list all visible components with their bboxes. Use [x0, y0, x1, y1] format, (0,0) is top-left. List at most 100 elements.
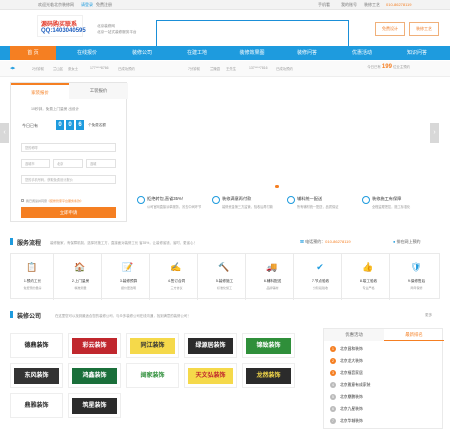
companies-title: 装修公司: [17, 314, 42, 320]
thumbs-up-icon: 👍: [362, 262, 374, 272]
nav-online-quote[interactable]: 在线报价: [63, 46, 111, 60]
ranking-item[interactable]: 3 北京福音家居: [330, 370, 363, 376]
ranking-item[interactable]: 7 北京华城装饰: [330, 418, 363, 424]
service-step[interactable]: 🏠 2.上门量房 精准测量: [59, 254, 102, 300]
service-step[interactable]: 🔨 5.装修施工 标准化施工: [203, 254, 246, 300]
company-logo[interactable]: 鸿鑫装饰: [68, 363, 121, 388]
nav-home[interactable]: 首 页: [10, 46, 56, 60]
company-logo[interactable]: 绿源居装饰: [184, 333, 237, 358]
carousel-dot[interactable]: [275, 185, 279, 188]
more-link[interactable]: 更多: [425, 313, 432, 318]
company-logo[interactable]: 同江装饰: [126, 333, 179, 358]
user-icon: ●: [393, 239, 396, 244]
tab-home-quote[interactable]: 家装报价: [11, 83, 69, 99]
ranking-item[interactable]: 1 北京昌和装饰: [330, 346, 363, 352]
service-step[interactable]: 👍 8.竣工验收 专业严格: [347, 254, 390, 300]
wallet-icon: [212, 196, 220, 204]
house-select[interactable]: 选城: [86, 159, 116, 168]
calendar-icon: 📋: [26, 262, 38, 272]
company-logo[interactable]: 德鼎装饰: [10, 333, 63, 358]
nav-qa[interactable]: 装修问答: [283, 46, 331, 60]
quote-link[interactable]: 装修工艺: [364, 2, 380, 8]
companies-desc: 在这里您可以找到最适合您的装修公司，与众多装修公司在线沟通，找到满意的装修公司！: [55, 314, 191, 318]
phone-icon: ☎: [300, 239, 304, 244]
check-icon: ✔: [316, 262, 324, 272]
slogan-title: 北京装修网: [97, 24, 115, 28]
truck-icon: [287, 196, 295, 204]
company-logo[interactable]: 东风装饰: [10, 363, 63, 388]
banner-next-arrow[interactable]: ›: [430, 123, 439, 143]
ticker-item: 张女士: [68, 67, 79, 71]
visits-counter: 今日已有 199 位业主预约: [367, 64, 410, 70]
company-logo[interactable]: 鼎雅装饰: [10, 393, 63, 418]
phone-field[interactable]: 您的手机号码，获取免费设计报价: [21, 175, 116, 184]
house-icon: 🏠: [74, 262, 86, 272]
tab-promotions[interactable]: 优惠活动: [324, 329, 384, 341]
form-tabs: 家装报价 工装报价: [11, 83, 128, 99]
service-steps: 📋 1.预约工长 免费预约量房 🏠 2.上门量房 精准测量 📝 3.装修预算 报价更透明 ✍…: [10, 253, 440, 300]
service-step[interactable]: 🚚 6.辅料配送 品牌辅材: [251, 254, 294, 300]
company-logo[interactable]: 天文弘装饰: [184, 363, 237, 388]
booking-ticker: ◀▶ 2分钟前 兰山区 张女士 177****8766 已成功预约 7分钟前 兰…: [0, 61, 450, 77]
banner-prev-arrow[interactable]: ‹: [0, 123, 9, 143]
service-step[interactable]: 📋 1.预约工长 免费预约量房: [11, 254, 54, 300]
company-logo[interactable]: 锦致装饰: [242, 333, 295, 358]
counter-digit: 6: [76, 120, 84, 130]
name-field[interactable]: 您的称呼: [21, 143, 116, 152]
quote-button[interactable]: 装修工艺: [409, 22, 439, 36]
counter-prefix: 今日已有: [22, 123, 38, 128]
service-desc: 装修管家，有保障机制，选择好施工方，直接面对装修工长 省35%，让装修省钱、省时…: [50, 241, 197, 245]
ranking-item[interactable]: 5 北京鼎鹏装饰: [330, 394, 363, 400]
nav-knowledge[interactable]: 知识问答: [393, 46, 441, 60]
free-design-button[interactable]: 免费设计: [375, 22, 405, 36]
nav-gallery[interactable]: 装修效果图: [228, 46, 276, 60]
city-select[interactable]: 选城市: [21, 159, 50, 168]
feature-item: 装修施工有保障 全程监理把控，施工标准化: [362, 192, 442, 226]
nav-companies[interactable]: 装修公司: [118, 46, 166, 60]
area-select[interactable]: 北京: [53, 159, 83, 168]
company-logo[interactable]: 阔家装饰: [126, 363, 179, 388]
company-logo[interactable]: 筑星装饰: [68, 393, 121, 418]
mobile-link[interactable]: 手机看: [318, 2, 330, 8]
megaphone-icon: ◀▶: [10, 66, 16, 70]
ranking-panel: 优惠活动 最新排名 1 北京昌和装饰 2 北京龙大装饰 3 北京福音家居 4 北京雅意有…: [323, 328, 444, 429]
company-logo[interactable]: 龙然装饰: [242, 363, 295, 388]
contract-icon: ✍: [170, 262, 182, 272]
delivery-icon: 🚚: [266, 262, 278, 272]
search-box[interactable]: [156, 20, 349, 48]
section-marker: [10, 238, 13, 245]
logo-line2: QQ:1403040595: [41, 28, 86, 34]
agree-checkbox[interactable]: 我已阅读并同意《装修管家平台服务条款》: [21, 199, 83, 203]
service-step[interactable]: ✔ 7.节点验收 分阶段验收: [299, 254, 342, 300]
ticker-item: 王先生: [226, 67, 237, 71]
ranking-item[interactable]: 4 北京雅意有成家装: [330, 382, 370, 388]
service-step[interactable]: 🛡 9.保修售后 两年保修: [395, 254, 438, 300]
nav-promotions[interactable]: 优惠活动: [338, 46, 386, 60]
register-link[interactable]: 免费注册: [96, 2, 112, 8]
counter-digit: 0: [66, 120, 74, 130]
nav-sites[interactable]: 在建工地: [173, 46, 221, 60]
service-step[interactable]: ✍ 4.签订合同 三方协议: [155, 254, 198, 300]
submit-button[interactable]: 立即申请: [21, 207, 116, 218]
ranking-item[interactable]: 2 北京龙大装饰: [330, 358, 363, 364]
ticker-item: 已成功预约: [276, 67, 293, 71]
ticker-item: 177****8766: [90, 66, 109, 70]
counter-digit: 0: [56, 120, 64, 130]
quote-form: 家装报价 工装报价 10秒钟，免费上门量房 出设计 今日已有 0 0 6 个免费…: [10, 82, 128, 222]
tab-office-quote[interactable]: 工装报价: [69, 83, 128, 99]
main-nav: 首 页 在线报价 装修公司 在建工地 装修效果图 装修问答 优惠活动 知识问答: [0, 46, 450, 60]
site-logo[interactable]: 源码购买联系 QQ:1403040595: [37, 15, 86, 37]
ranking-item[interactable]: 6 北京九星装饰: [330, 406, 363, 412]
my-account-link[interactable]: 我的账号: [341, 2, 357, 8]
coin-icon: [137, 196, 145, 204]
login-link[interactable]: 请登录: [81, 2, 93, 8]
ticker-item: 137****7816: [249, 66, 268, 70]
company-logo[interactable]: 彩云装饰: [68, 333, 121, 358]
counter-suffix: 个免费名额: [88, 123, 106, 127]
service-step[interactable]: 📝 3.装修预算 报价更透明: [107, 254, 150, 300]
shield-icon: [362, 196, 370, 204]
shield-icon: 🛡: [410, 262, 422, 272]
online-booking-link[interactable]: ● 排在网上预约: [393, 239, 421, 245]
service-title: 服务流程: [17, 241, 42, 247]
tab-latest-ranking[interactable]: 最新排名: [384, 329, 444, 341]
